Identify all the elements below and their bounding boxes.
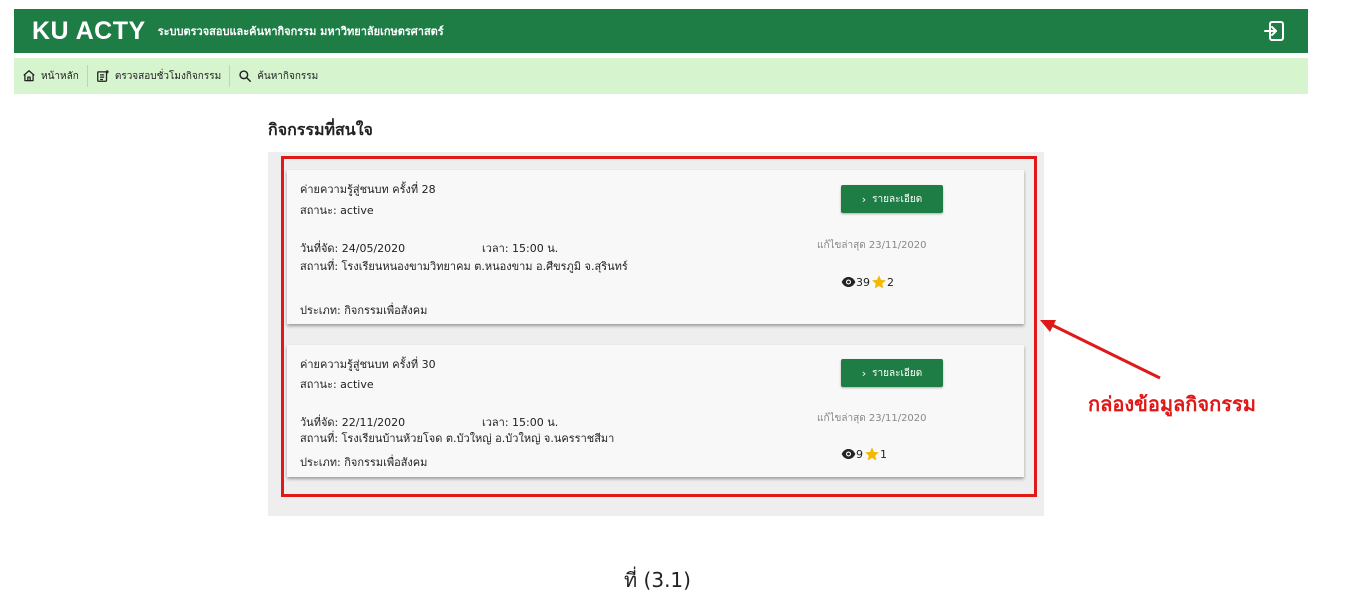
home-icon (23, 70, 35, 82)
nav-item-check-hours[interactable]: ตรวจสอบชั่วโมงกิจกรรม (88, 58, 229, 94)
logout-icon[interactable] (1262, 19, 1286, 43)
nav-bar: หน้าหลัก ตรวจสอบชั่วโมงกิจกรรม ค้นหากิจก… (14, 58, 1308, 94)
nav-item-home[interactable]: หน้าหลัก (14, 58, 87, 94)
page-title: กิจกรรมที่สนใจ (268, 120, 373, 139)
nav-item-label: ตรวจสอบชั่วโมงกิจกรรม (114, 70, 222, 82)
annotation-label: กล่องข้อมูลกิจกรรม (1088, 392, 1256, 416)
nav-item-label: ค้นหากิจกรรม (257, 70, 319, 82)
annotation-highlight-box (281, 156, 1037, 497)
brand-logo[interactable]: KU ACTY (32, 17, 146, 46)
app-header: KU ACTY ระบบตรวจสอบและค้นหากิจกรรม มหาวิ… (14, 9, 1308, 53)
annotation-arrow-icon (1040, 320, 1161, 380)
app-subtitle: ระบบตรวจสอบและค้นหากิจกรรม มหาวิทยาลัยเก… (157, 25, 444, 38)
nav-item-search[interactable]: ค้นหากิจกรรม (230, 58, 326, 94)
search-icon (239, 70, 252, 82)
nav-item-label: หน้าหลัก (41, 70, 79, 82)
figure-caption: ที่ (3.1) (624, 568, 691, 592)
checklist-icon (96, 70, 109, 82)
